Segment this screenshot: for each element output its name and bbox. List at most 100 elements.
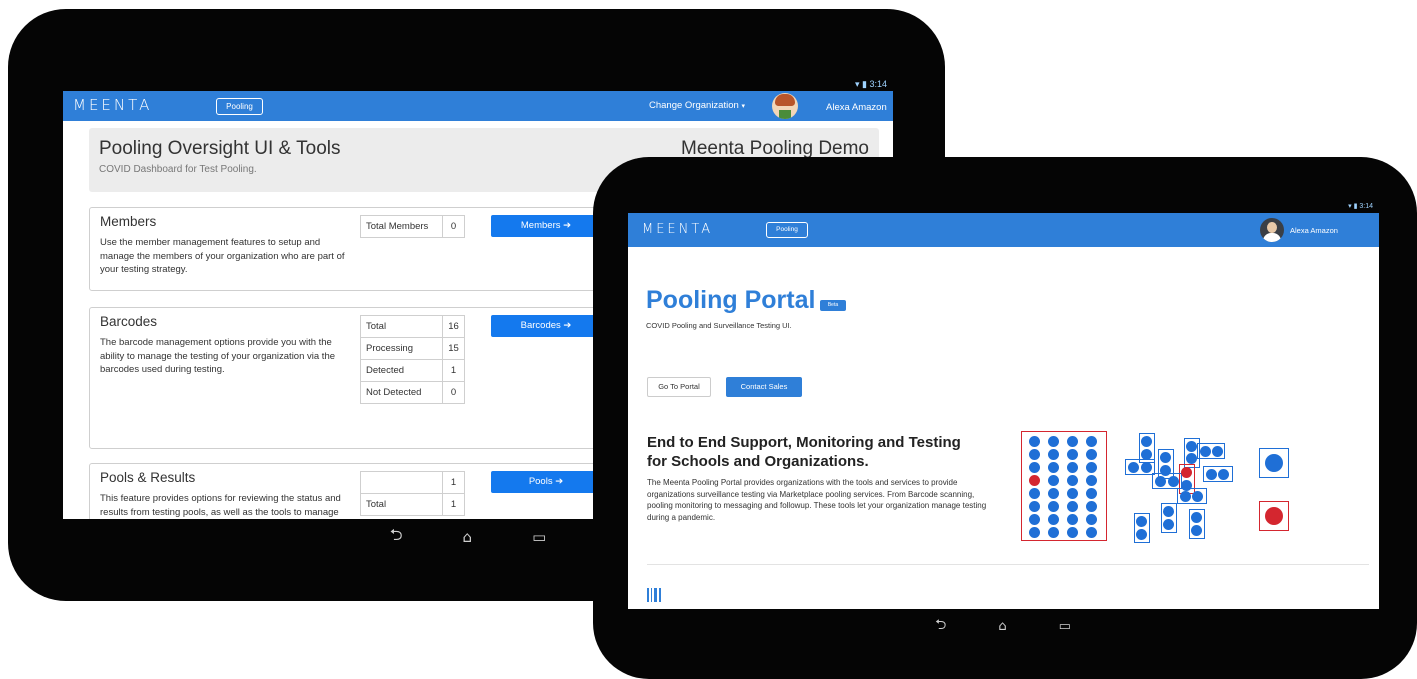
meenta-logo[interactable]: MEENTA [73,96,152,114]
sample-well [1086,449,1097,460]
stat-label: Total [360,315,443,338]
barcode-icon [647,588,663,602]
sample-well [1086,527,1097,538]
barcode-bar [654,588,657,602]
pooled-sample [1141,462,1152,473]
back-nav-icon[interactable]: ⮌ [390,524,403,551]
user-name[interactable]: Alexa Amazon [1290,226,1338,235]
go-to-portal-button[interactable]: Go To Portal [647,377,711,397]
table-row: Total 16 [360,315,465,338]
pooled-sample [1141,436,1152,447]
pooled-sample [1186,441,1197,452]
hero-subtitle: COVID Pooling and Surveillance Testing U… [646,321,792,330]
home-nav-icon[interactable]: ⌂ [998,619,1006,634]
wifi-icon: ▾ [854,79,860,89]
app-header: MEENTA Pooling Change Organization ▾ Ale… [63,91,893,121]
caret-down-icon: ▾ [741,103,745,110]
section-divider [647,564,1369,565]
home-nav-icon[interactable]: ⌂ [463,528,473,546]
pooled-sample [1160,452,1171,463]
sample-well [1086,436,1097,447]
recents-nav-icon[interactable]: ▭ [532,528,546,546]
front-tablet-screen: ▾ ▮ 3:14 MEENTA Pooling Alexa Amazon Poo… [628,201,1379,609]
pooling-pill[interactable]: Pooling [216,98,263,115]
battery-icon: ▮ [1353,203,1358,210]
sample-well [1029,514,1040,525]
sample-well [1029,527,1040,538]
pool-result-negative [1259,448,1289,478]
sample-well [1086,514,1097,525]
members-button[interactable]: Members ➔ [491,215,601,237]
pooled-sample [1163,506,1174,517]
sample-well [1048,462,1059,473]
avatar-shirt [779,110,791,119]
pooled-sample [1192,491,1203,502]
pools-stats-table: 1 Total 1 [360,471,465,516]
positive-result-dot [1265,507,1283,525]
battery-icon: ▮ [862,79,867,89]
pooled-sample [1206,469,1217,480]
pooled-sample [1136,516,1147,527]
change-organization-label: Change Organization [649,100,739,111]
members-title: Members [100,214,157,229]
pooling-illustration [1021,431,1351,551]
sample-well [1048,527,1059,538]
user-avatar[interactable] [1260,218,1284,242]
table-row: Total Members 0 [360,215,465,238]
pooled-sample [1180,491,1191,502]
table-row: Processing 15 [360,337,465,360]
stat-label: Detected [360,359,443,382]
pools-button[interactable]: Pools ➔ [491,471,601,493]
front-tablet-frame: ▾ ▮ 3:14 MEENTA Pooling Alexa Amazon Poo… [593,157,1417,679]
members-description: Use the member management features to se… [100,237,345,275]
sample-well [1029,501,1040,512]
back-nav-icon[interactable]: ⮌ [935,614,946,638]
pooled-sample [1160,465,1171,476]
sample-well [1067,488,1078,499]
sample-well [1048,488,1059,499]
feature-body: The Meenta Pooling Portal provides organ… [647,478,987,522]
status-time: 3:14 [869,79,887,89]
wifi-icon: ▾ [1348,203,1352,210]
stat-value: 0 [442,215,465,238]
status-bar: ▾ ▮ 3:14 [63,77,893,91]
status-time: 3:14 [1359,203,1373,210]
stat-value: 1 [442,471,465,494]
table-row: Total 1 [360,493,465,516]
pooled-sample [1218,469,1229,480]
members-stats-table: Total Members 0 [360,215,465,238]
barcodes-stats-table: Total 16 Processing 15 Detected 1 Not De… [360,315,465,404]
pooling-pill[interactable]: Pooling [766,222,808,238]
page-subtitle: COVID Dashboard for Test Pooling. [99,164,257,175]
barcodes-button[interactable]: Barcodes ➔ [491,315,601,337]
sample-well [1029,462,1040,473]
hero-title: Pooling Portal [646,286,816,314]
user-avatar[interactable] [772,93,798,119]
meenta-logo[interactable]: MEENTA [642,222,713,237]
barcode-bar [651,588,652,602]
avatar-face [1267,222,1277,233]
sample-well [1067,527,1078,538]
recents-nav-icon[interactable]: ▭ [1059,619,1071,634]
detected-sample-well [1029,475,1040,486]
sample-well [1067,436,1078,447]
pool-result-positive [1259,501,1289,531]
sample-well [1067,449,1078,460]
pooled-sample [1136,529,1147,540]
contact-sales-button[interactable]: Contact Sales [726,377,802,397]
change-organization-dropdown[interactable]: Change Organization ▾ [649,100,745,111]
pools-description: This feature provides options for review… [100,493,341,518]
detected-sample [1181,467,1192,478]
pooled-sample [1141,449,1152,460]
android-nav-bar: ⮌ ⌂ ▭ [348,525,588,549]
page-title: Pooling Oversight UI & Tools [99,138,341,159]
pooled-sample [1168,476,1179,487]
stat-label [360,471,443,494]
sample-well [1067,475,1078,486]
sample-well [1086,488,1097,499]
sample-well [1048,475,1059,486]
app-header: MEENTA Pooling Alexa Amazon [628,213,1379,247]
sample-well [1048,501,1059,512]
user-name[interactable]: Alexa Amazon [826,102,887,113]
barcode-bar [659,588,661,602]
